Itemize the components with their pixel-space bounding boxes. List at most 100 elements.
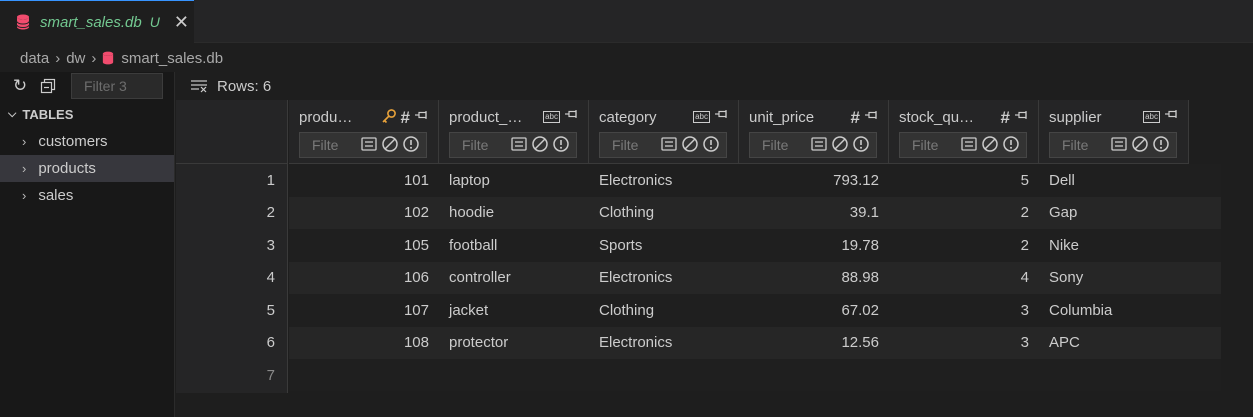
table-cell[interactable]: 5: [889, 164, 1039, 196]
table-cell[interactable]: 102: [289, 197, 439, 229]
column-filter-input[interactable]: Filte: [749, 132, 877, 158]
column-header[interactable]: unit_price # Filte: [739, 100, 889, 164]
table-cell[interactable]: 101: [289, 164, 439, 196]
table-cell[interactable]: Sony: [1039, 262, 1189, 294]
exclude-icon[interactable]: [681, 135, 699, 156]
column-header[interactable]: category abc Filte: [589, 100, 739, 164]
table-cell[interactable]: jacket: [439, 294, 589, 326]
table-cell[interactable]: 12.56: [739, 327, 889, 359]
table-cell[interactable]: hoodie: [439, 197, 589, 229]
column-filter-input[interactable]: Filte: [299, 132, 427, 158]
column-header[interactable]: supplier abc Filte: [1039, 100, 1189, 164]
info-icon[interactable]: [1002, 135, 1020, 156]
exclude-icon[interactable]: [831, 135, 849, 156]
row-number[interactable]: 3: [176, 229, 288, 261]
row-number[interactable]: 1: [176, 164, 288, 196]
table-cell[interactable]: 39.1: [739, 197, 889, 229]
close-icon[interactable]: ✕: [174, 12, 189, 33]
table-cell[interactable]: 106: [289, 262, 439, 294]
table-cell[interactable]: football: [439, 229, 589, 261]
filter-options: [1110, 135, 1176, 156]
number-type-icon: #: [400, 108, 410, 127]
filter-mode-icon[interactable]: [510, 135, 528, 156]
column-filter-input[interactable]: Filte: [1049, 132, 1177, 158]
table-cell[interactable]: 2: [889, 229, 1039, 261]
rows-bar: Rows: 6: [176, 72, 1253, 100]
table-cell[interactable]: 793.12: [739, 164, 889, 196]
new-row[interactable]: [289, 359, 1221, 391]
filter-mode-icon[interactable]: [960, 135, 978, 156]
exclude-icon[interactable]: [1131, 135, 1149, 156]
table-cell[interactable]: laptop: [439, 164, 589, 196]
tables-section-label: TABLES: [22, 106, 74, 122]
exclude-icon[interactable]: [381, 135, 399, 156]
info-icon[interactable]: [852, 135, 870, 156]
pin-icon[interactable]: [414, 109, 428, 127]
column-header[interactable]: product_… abc Filte: [439, 100, 589, 164]
column-header-icons: abc: [1143, 108, 1178, 126]
column-header[interactable]: stock_qu… # Filte: [889, 100, 1039, 164]
column-header[interactable]: produ… # Filte: [289, 100, 439, 164]
table-cell[interactable]: Gap: [1039, 197, 1189, 229]
collapse-all-icon[interactable]: [40, 78, 56, 94]
sidebar-item-products[interactable]: › products: [0, 155, 174, 182]
clear-rows-icon[interactable]: [190, 79, 208, 93]
table-cell[interactable]: Sports: [589, 229, 739, 261]
table-cell[interactable]: 2: [889, 197, 1039, 229]
pin-icon[interactable]: [864, 109, 878, 127]
table-cell[interactable]: 108: [289, 327, 439, 359]
breadcrumb-data[interactable]: data: [20, 50, 49, 67]
table-cell[interactable]: Dell: [1039, 164, 1189, 196]
column-filter-input[interactable]: Filte: [899, 132, 1027, 158]
table-cell[interactable]: protector: [439, 327, 589, 359]
table-cell[interactable]: 67.02: [739, 294, 889, 326]
untracked-badge: U: [149, 14, 160, 30]
tables-section-header[interactable]: ⌵ TABLES: [0, 100, 174, 128]
table-cell[interactable]: Electronics: [589, 164, 739, 196]
filter-mode-icon[interactable]: [660, 135, 678, 156]
editor-tab[interactable]: smart_sales.db U ✕: [0, 0, 194, 43]
sidebar-item-customers[interactable]: › customers: [0, 128, 174, 155]
pin-icon[interactable]: [1014, 109, 1028, 127]
info-icon[interactable]: [1152, 135, 1170, 156]
table-cell[interactable]: Columbia: [1039, 294, 1189, 326]
info-icon[interactable]: [702, 135, 720, 156]
row-number[interactable]: 5: [176, 294, 288, 326]
table-cell[interactable]: 19.78: [739, 229, 889, 261]
table-cell[interactable]: Nike: [1039, 229, 1189, 261]
new-row-number[interactable]: 7: [176, 359, 288, 391]
breadcrumb-dw[interactable]: dw: [66, 50, 85, 67]
exclude-icon[interactable]: [531, 135, 549, 156]
table-cell[interactable]: APC: [1039, 327, 1189, 359]
table-cell[interactable]: 3: [889, 327, 1039, 359]
pin-icon[interactable]: [564, 108, 578, 126]
info-icon[interactable]: [402, 135, 420, 156]
table-cell[interactable]: 88.98: [739, 262, 889, 294]
sidebar-item-sales[interactable]: › sales: [0, 182, 174, 209]
exclude-icon[interactable]: [981, 135, 999, 156]
table-cell[interactable]: Electronics: [589, 262, 739, 294]
row-number[interactable]: 2: [176, 197, 288, 229]
pin-icon[interactable]: [1164, 108, 1178, 126]
table-cell[interactable]: 3: [889, 294, 1039, 326]
pin-icon[interactable]: [714, 108, 728, 126]
table-cell[interactable]: 107: [289, 294, 439, 326]
breadcrumb-file[interactable]: smart_sales.db: [121, 50, 223, 67]
info-icon[interactable]: [552, 135, 570, 156]
filter-mode-icon[interactable]: [1110, 135, 1128, 156]
column-filter-input[interactable]: Filte: [599, 132, 727, 158]
refresh-icon[interactable]: ↻: [10, 76, 30, 96]
table-filter-input[interactable]: Filter 3: [71, 73, 163, 99]
table-cell[interactable]: Clothing: [589, 197, 739, 229]
filter-mode-icon[interactable]: [360, 135, 378, 156]
row-number[interactable]: 6: [176, 327, 288, 359]
table-cell[interactable]: 4: [889, 262, 1039, 294]
table-cell[interactable]: Clothing: [589, 294, 739, 326]
filter-mode-icon[interactable]: [810, 135, 828, 156]
column-filter-input[interactable]: Filte: [449, 132, 577, 158]
table-cell[interactable]: Electronics: [589, 327, 739, 359]
row-number[interactable]: 4: [176, 262, 288, 294]
data-grid-panel: Rows: 6 produ… # Filte product_… abc Filte cat…: [176, 72, 1253, 417]
table-cell[interactable]: 105: [289, 229, 439, 261]
table-cell[interactable]: controller: [439, 262, 589, 294]
